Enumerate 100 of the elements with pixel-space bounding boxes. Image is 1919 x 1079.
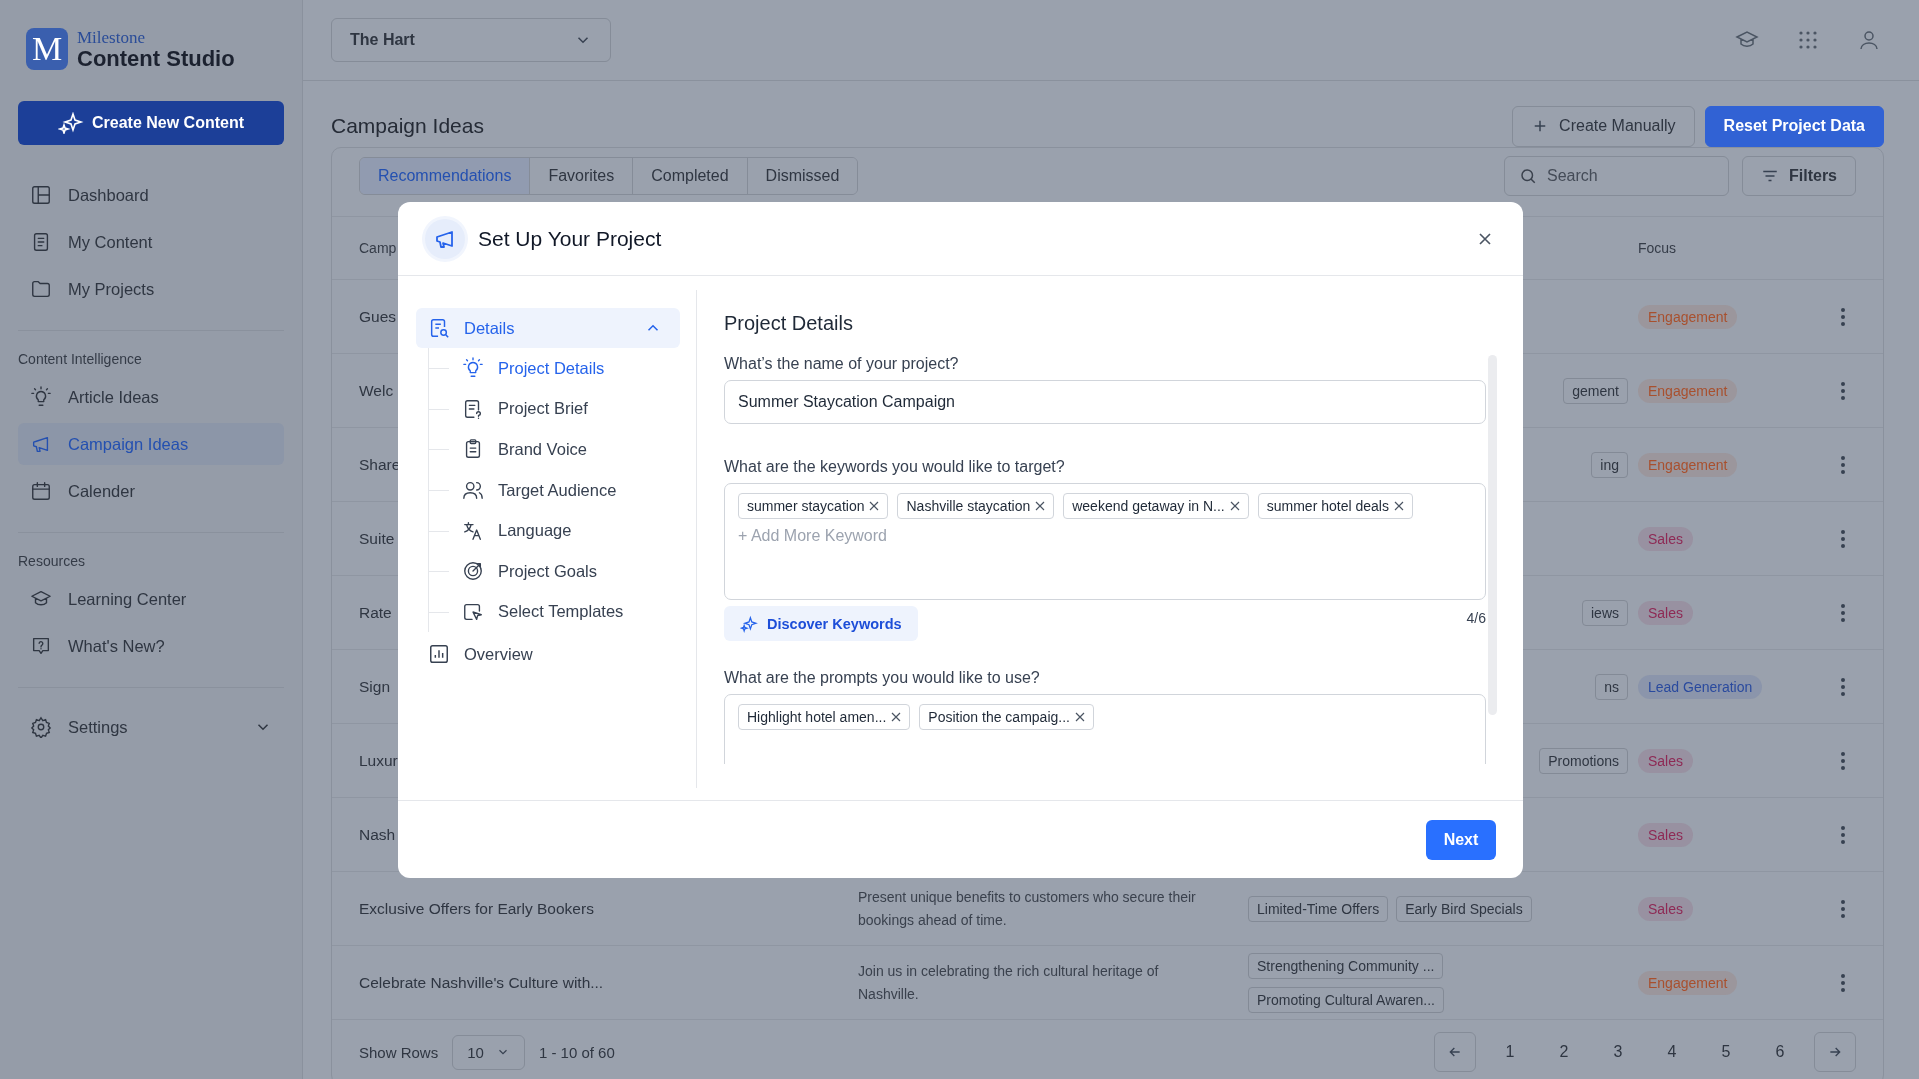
step-item[interactable]: Brand Voice	[429, 429, 680, 470]
campaign-description: Present unique benefits to customers who secure their bookings ahead of time.	[858, 889, 1196, 928]
more-icon[interactable]	[1840, 602, 1846, 623]
section-heading: Resources	[18, 552, 86, 571]
keyword-chip: weekend getaway in N...	[1063, 493, 1249, 519]
remove-icon[interactable]	[1229, 501, 1240, 511]
tab[interactable]: Recommendations	[360, 158, 531, 194]
step-item[interactable]: Select Templates	[429, 591, 680, 633]
campaign-title: Luxur	[359, 751, 398, 769]
page-button[interactable]: 5	[1706, 1032, 1746, 1072]
settings-item[interactable]: Settings	[18, 702, 284, 752]
campaign-title: Gues	[359, 307, 397, 325]
more-icon[interactable]	[1840, 454, 1846, 475]
brand-subtitle: Milestone	[77, 28, 146, 46]
calendar-icon	[30, 480, 52, 502]
nav-item[interactable]: Calender	[18, 470, 284, 512]
tag: iews	[1582, 599, 1628, 626]
keyword-chip: Nashville staycation	[897, 493, 1055, 519]
column-header: Focus	[1638, 240, 1677, 256]
focus-badge: Engagement	[1638, 378, 1738, 403]
remove-icon[interactable]	[869, 501, 880, 511]
sparkle-icon	[58, 112, 84, 134]
step-group[interactable]: Details	[416, 308, 680, 348]
lightbulb-icon	[30, 386, 52, 408]
question-bubble-icon	[30, 635, 52, 657]
reset-button[interactable]: Reset Project Data	[1704, 105, 1884, 147]
nav-item[interactable]: What's New?	[18, 625, 284, 667]
keyword-chip: summer hotel deals	[1257, 493, 1413, 519]
nav-item[interactable]: Learning Center	[18, 578, 284, 620]
discover-keywords-button[interactable]: Discover Keywords	[724, 606, 918, 641]
remove-icon[interactable]	[1393, 501, 1404, 511]
focus-badge: Sales	[1638, 748, 1694, 773]
nav-item[interactable]: Article Ideas	[18, 376, 284, 418]
page-button[interactable]: 2	[1544, 1032, 1584, 1072]
project-name-field[interactable]: Summer Staycation Campaign	[724, 380, 1486, 424]
campaign-title: Rate	[359, 603, 392, 621]
page-button[interactable]: 1	[1490, 1032, 1530, 1072]
focus-badge: Engagement	[1638, 970, 1738, 995]
more-icon[interactable]	[1840, 898, 1846, 919]
focus-badge: Sales	[1638, 822, 1694, 847]
filters-button[interactable]: Filters	[1742, 156, 1856, 196]
users-icon	[462, 479, 484, 502]
rows-select[interactable]: 10	[452, 1034, 525, 1070]
more-icon[interactable]	[1840, 972, 1846, 993]
tag: ns	[1595, 673, 1628, 700]
nav-item[interactable]: Campaign Ideas	[18, 423, 284, 465]
tag: Promotions	[1539, 747, 1628, 774]
step-item[interactable]: Project Goals	[429, 550, 680, 592]
next-button[interactable]: Next	[1426, 819, 1496, 860]
keywords-field[interactable]: summer staycation Nashville staycation weekend getaway in N... summer hotel deals + Add More Keyword	[724, 483, 1486, 600]
section-title: Project Details	[724, 311, 854, 335]
nav-item[interactable]: My Projects	[18, 268, 284, 310]
column-header: Camp	[359, 240, 397, 256]
dashboard-icon	[30, 184, 52, 206]
remove-icon[interactable]	[1074, 712, 1085, 722]
campaign-title: Share	[359, 455, 401, 473]
more-icon[interactable]	[1840, 676, 1846, 697]
more-icon[interactable]	[1840, 380, 1846, 401]
campaign-title: Suite	[359, 529, 395, 547]
target-icon	[462, 560, 484, 583]
field-label: What are the prompts you would like to use?	[724, 669, 1041, 687]
step-item[interactable]: Target Audience	[429, 469, 680, 511]
document-question-icon	[462, 397, 484, 420]
megaphone-icon	[425, 218, 465, 259]
sparkle-icon	[740, 614, 758, 633]
nav-item[interactable]: Dashboard	[18, 174, 284, 216]
focus-badge: Sales	[1638, 896, 1694, 921]
campaign-title: Nash	[359, 825, 396, 843]
page-button[interactable]: 6	[1760, 1032, 1800, 1072]
more-icon[interactable]	[1840, 824, 1846, 845]
search-icon	[1519, 167, 1537, 185]
user-icon[interactable]	[1857, 28, 1881, 52]
more-icon[interactable]	[1840, 528, 1846, 549]
tag: Limited-Time Offers	[1248, 895, 1389, 922]
remove-icon[interactable]	[1035, 501, 1046, 511]
more-icon[interactable]	[1840, 750, 1846, 771]
more-icon[interactable]	[1840, 306, 1846, 327]
keyword-chip: summer staycation	[738, 493, 889, 519]
page-button[interactable]: 4	[1652, 1032, 1692, 1072]
tag: Strengthening Community ...	[1248, 952, 1444, 979]
create-manually-button[interactable]: Create Manually	[1512, 105, 1695, 147]
page-title: Campaign Ideas	[331, 114, 484, 138]
focus-badge: Sales	[1638, 600, 1694, 625]
step-item[interactable]: Project Brief	[429, 388, 680, 430]
remove-icon[interactable]	[891, 712, 902, 722]
focus-badge: Lead Generation	[1638, 674, 1763, 699]
step-group[interactable]: Overview	[416, 634, 680, 675]
page-button[interactable]: 3	[1598, 1032, 1638, 1072]
step-item[interactable]: Language	[429, 510, 680, 551]
campaign-title: Welc	[359, 381, 394, 399]
document-search-icon	[428, 317, 450, 339]
prompts-field[interactable]: Highlight hotel amen... Position the campaig...	[724, 694, 1486, 764]
section-heading: Content Intelligence	[18, 350, 143, 369]
property-select[interactable]: The Hart	[331, 18, 611, 62]
search-field[interactable]: Search	[1504, 156, 1729, 196]
step-item[interactable]: Project Details	[429, 348, 680, 389]
create-content-button[interactable]: Create New Content	[18, 101, 284, 145]
nav-item[interactable]: My Content	[18, 221, 284, 263]
add-keyword-placeholder: + Add More Keyword	[738, 527, 888, 545]
focus-badge: Engagement	[1638, 452, 1738, 477]
